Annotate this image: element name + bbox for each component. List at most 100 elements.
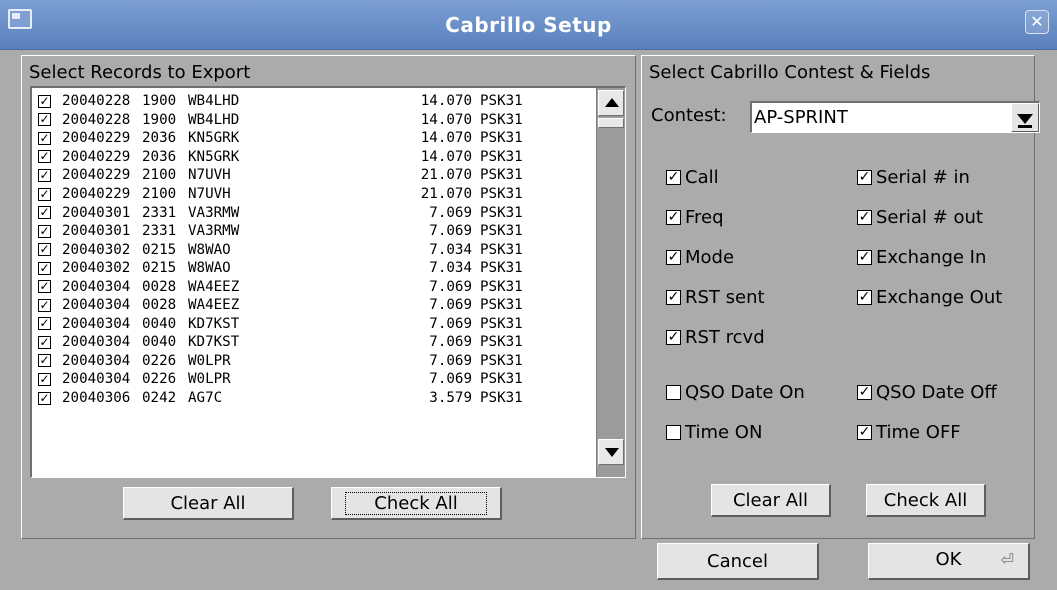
field-checkbox[interactable]: ✓ Time OFF xyxy=(857,420,961,444)
list-item[interactable]: ✓ 20040306 0242 AG7C 3.579 PSK31 xyxy=(38,389,593,408)
record-freq: 7.069 xyxy=(429,352,472,369)
record-checkbox[interactable]: ✓ xyxy=(38,94,51,108)
record-mode: PSK31 xyxy=(480,130,523,147)
list-item[interactable]: ✓ 20040229 2100 N7UVH 21.070 PSK31 xyxy=(38,166,593,185)
field-checkbox[interactable]: ✓ Serial # in xyxy=(857,165,970,189)
checkbox-icon[interactable]: ✓ xyxy=(857,384,872,400)
cancel-button[interactable]: Cancel xyxy=(657,543,819,580)
scroll-thumb[interactable] xyxy=(598,118,624,128)
record-checkbox[interactable]: ✓ xyxy=(38,206,51,220)
field-checkbox[interactable]: ✓ Call xyxy=(666,165,719,189)
record-checkbox[interactable]: ✓ xyxy=(38,187,51,201)
checkbox-icon[interactable]: ✓ xyxy=(666,249,681,265)
record-checkbox[interactable]: ✓ xyxy=(38,354,51,368)
record-date: 20040302 xyxy=(62,260,131,277)
record-checkbox[interactable]: ✓ xyxy=(38,131,51,145)
record-freq: 7.069 xyxy=(429,315,472,332)
record-checkbox[interactable]: ✓ xyxy=(38,280,51,294)
record-checkbox[interactable]: ✓ xyxy=(38,224,51,238)
checkbox-icon[interactable]: ✓ xyxy=(666,209,681,225)
record-checkbox[interactable]: ✓ xyxy=(38,391,51,405)
record-date: 20040228 xyxy=(62,93,131,110)
list-item[interactable]: ✓ 20040229 2036 KN5GRK 14.070 PSK31 xyxy=(38,129,593,148)
record-freq: 21.070 xyxy=(420,186,472,202)
list-item[interactable]: ✓ 20040228 1900 WB4LHD 14.070 PSK31 xyxy=(38,92,593,111)
record-checkbox[interactable]: ✓ xyxy=(38,335,51,349)
ok-button[interactable]: OK ⏎ xyxy=(868,543,1030,580)
record-time: 0242 xyxy=(142,390,177,407)
record-checkbox[interactable]: ✓ xyxy=(38,298,51,312)
record-time: 2036 xyxy=(142,148,177,165)
list-item[interactable]: ✓ 20040228 1900 WB4LHD 14.070 PSK31 xyxy=(38,111,593,130)
field-checkbox[interactable]: ✓ RST sent xyxy=(666,285,765,309)
record-checkbox[interactable]: ✓ xyxy=(38,372,51,386)
list-item[interactable]: ✓ 20040304 0226 W0LPR 7.069 PSK31 xyxy=(38,370,593,389)
record-date: 20040229 xyxy=(62,186,131,202)
scroll-up-button[interactable] xyxy=(598,90,624,116)
record-date: 20040301 xyxy=(62,223,131,240)
list-item[interactable]: ✓ 20040301 2331 VA3RMW 7.069 PSK31 xyxy=(38,203,593,222)
field-label: Time ON xyxy=(685,421,763,443)
record-date: 20040229 xyxy=(62,148,131,165)
list-item[interactable]: ✓ 20040304 0040 KD7KST 7.069 PSK31 xyxy=(38,315,593,334)
record-time: 0040 xyxy=(142,315,177,332)
field-checkbox[interactable]: Time ON xyxy=(666,420,762,444)
list-item[interactable]: ✓ 20040304 0226 W0LPR 7.069 PSK31 xyxy=(38,352,593,371)
checkbox-icon[interactable] xyxy=(666,384,681,400)
list-item[interactable]: ✓ 20040304 0040 KD7KST 7.069 PSK31 xyxy=(38,333,593,352)
list-item[interactable]: ✓ 20040304 0028 WA4EEZ 7.069 PSK31 xyxy=(38,296,593,315)
list-item[interactable]: ✓ 20040302 0215 W8WAO 7.034 PSK31 xyxy=(38,240,593,259)
record-freq: 7.069 xyxy=(429,334,472,351)
field-checkbox[interactable]: ✓ Exchange In xyxy=(857,245,986,269)
records-clear-all-button[interactable]: Clear All xyxy=(123,487,294,520)
field-checkbox[interactable]: ✓ RST rcvd xyxy=(666,325,765,349)
contest-dropdown-button[interactable] xyxy=(1011,103,1039,132)
records-check-all-label: Check All xyxy=(345,492,487,515)
record-checkbox[interactable]: ✓ xyxy=(38,113,51,127)
fields-check-all-button[interactable]: Check All xyxy=(866,484,986,517)
close-button[interactable]: ✕ xyxy=(1025,10,1049,34)
records-list[interactable]: ✓ 20040228 1900 WB4LHD 14.070 PSK31 ✓ 20040228 1… xyxy=(30,86,626,478)
record-mode: PSK31 xyxy=(480,371,523,388)
field-checkbox[interactable]: ✓ Serial # out xyxy=(857,205,983,229)
record-checkbox[interactable]: ✓ xyxy=(38,317,51,331)
records-check-all-button[interactable]: Check All xyxy=(331,487,502,520)
checkbox-icon[interactable] xyxy=(666,424,681,440)
record-date: 20040229 xyxy=(62,130,131,147)
field-checkbox[interactable]: ✓ Mode xyxy=(666,245,734,269)
checkbox-icon[interactable]: ✓ xyxy=(857,424,872,440)
field-checkbox[interactable]: ✓ Exchange Out xyxy=(857,285,1002,309)
record-freq: 7.069 xyxy=(429,223,472,240)
checkbox-icon[interactable]: ✓ xyxy=(857,249,872,265)
list-item[interactable]: ✓ 20040301 2331 VA3RMW 7.069 PSK31 xyxy=(38,222,593,241)
field-checkbox[interactable]: QSO Date On xyxy=(666,380,805,404)
record-time: 0040 xyxy=(142,334,177,351)
field-checkbox[interactable]: ✓ Freq xyxy=(666,205,724,229)
checkbox-icon[interactable]: ✓ xyxy=(666,329,681,345)
checkbox-icon[interactable]: ✓ xyxy=(857,169,872,185)
record-checkbox[interactable]: ✓ xyxy=(38,243,51,257)
checkbox-icon[interactable]: ✓ xyxy=(666,169,681,185)
contest-select[interactable]: AP-SPRINT xyxy=(750,101,1040,133)
record-call: W8WAO xyxy=(188,260,231,277)
list-item[interactable]: ✓ 20040302 0215 W8WAO 7.034 PSK31 xyxy=(38,259,593,278)
list-item[interactable]: ✓ 20040304 0028 WA4EEZ 7.069 PSK31 xyxy=(38,277,593,296)
field-checkbox[interactable]: ✓ QSO Date Off xyxy=(857,380,997,404)
fields-clear-all-button[interactable]: Clear All xyxy=(711,484,831,517)
list-item[interactable]: ✓ 20040229 2100 N7UVH 21.070 PSK31 xyxy=(38,185,593,204)
checkbox-icon[interactable]: ✓ xyxy=(857,289,872,305)
fields-clear-all-label: Clear All xyxy=(732,490,809,511)
ok-label: OK xyxy=(935,549,962,570)
record-checkbox[interactable]: ✓ xyxy=(38,261,51,275)
record-call: AG7C xyxy=(188,390,223,407)
record-date: 20040301 xyxy=(62,204,131,221)
list-item[interactable]: ✓ 20040229 2036 KN5GRK 14.070 PSK31 xyxy=(38,148,593,167)
checkbox-icon[interactable]: ✓ xyxy=(857,209,872,225)
records-scrollbar[interactable] xyxy=(596,88,625,477)
record-call: W0LPR xyxy=(188,352,231,369)
record-checkbox[interactable]: ✓ xyxy=(38,150,51,164)
scroll-down-button[interactable] xyxy=(598,439,624,465)
record-date: 20040304 xyxy=(62,297,131,314)
checkbox-icon[interactable]: ✓ xyxy=(666,289,681,305)
record-checkbox[interactable]: ✓ xyxy=(38,168,51,182)
